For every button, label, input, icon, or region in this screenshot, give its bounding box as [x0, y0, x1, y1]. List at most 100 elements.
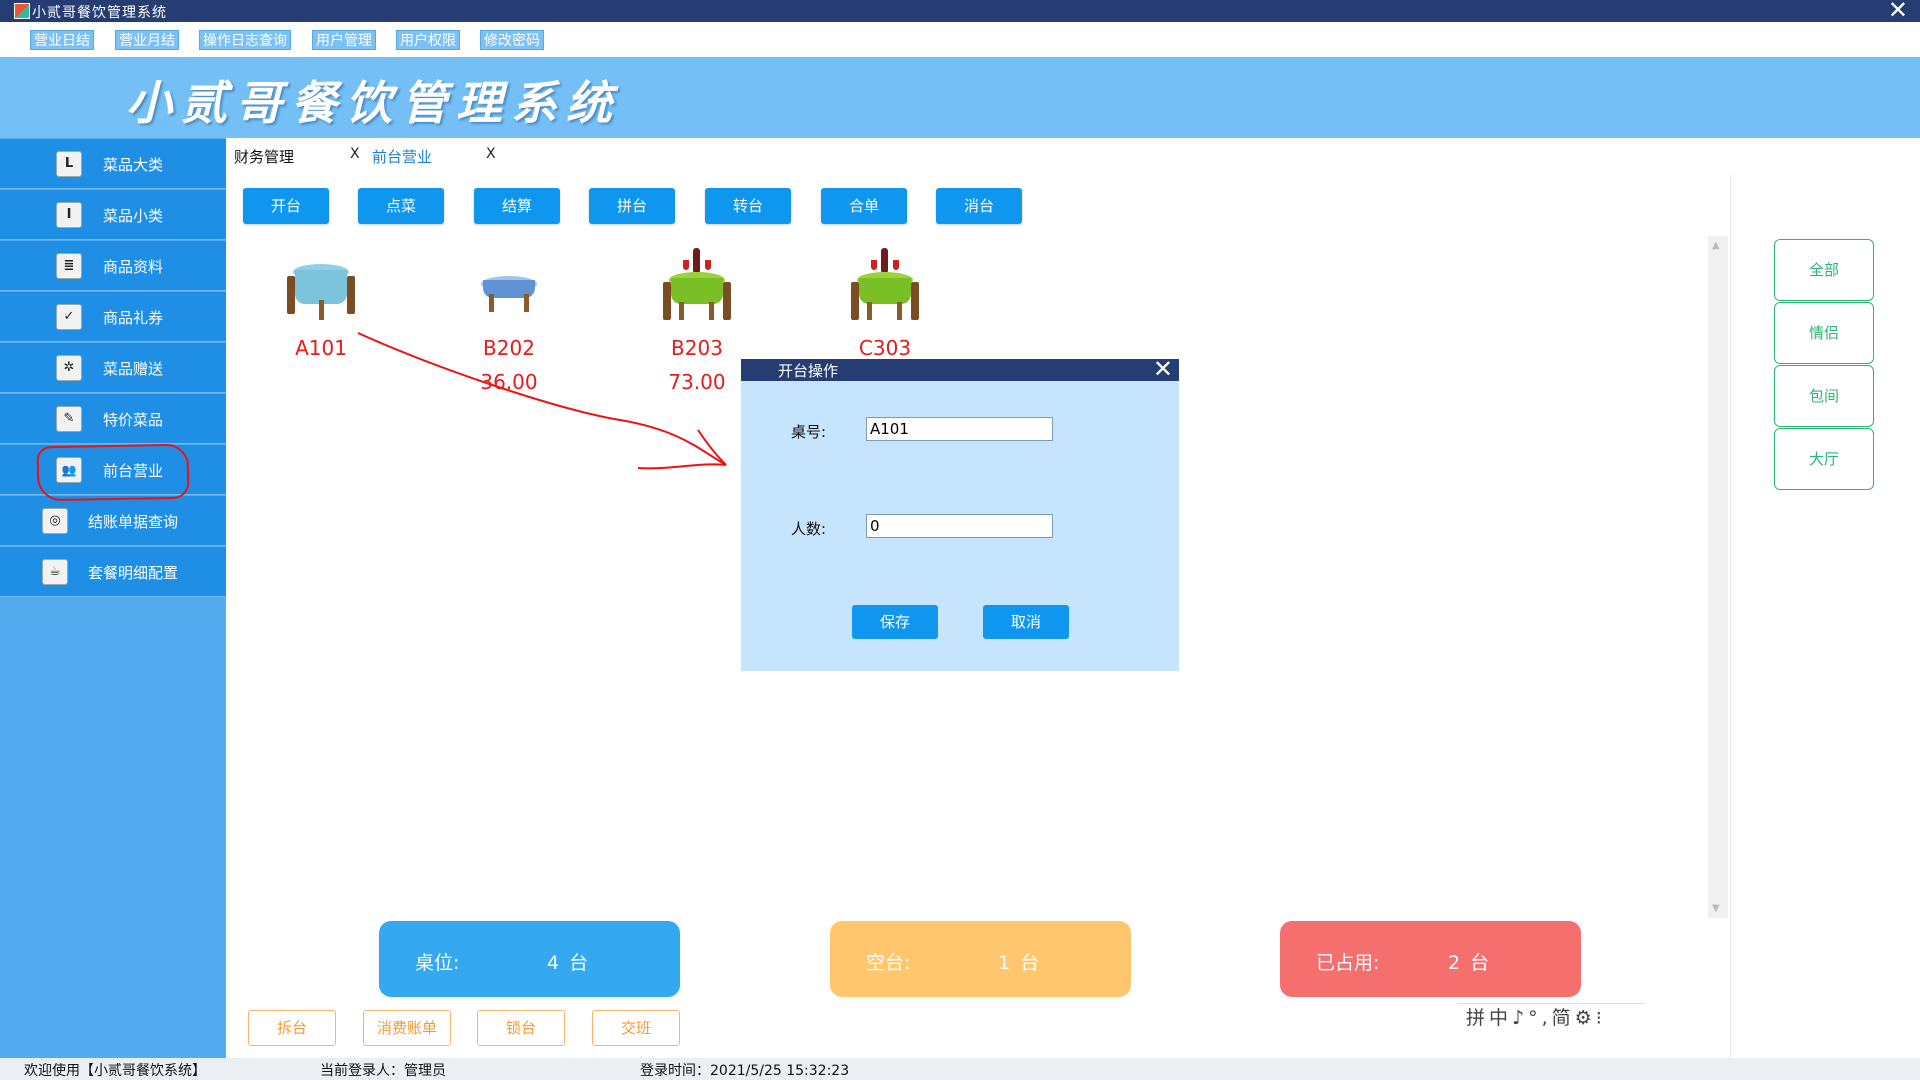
scroll-up-icon[interactable]: ▲	[1712, 240, 1720, 251]
filter-all-button[interactable]: 全部	[1774, 239, 1874, 301]
annotation-circle	[36, 443, 190, 502]
table-number-field[interactable]	[866, 417, 1053, 441]
stat-label: 桌位:	[415, 952, 460, 974]
menu-item-daily-close[interactable]: 营业日结	[30, 30, 94, 50]
list-document-icon: ≣	[56, 253, 82, 279]
table-name: B202	[483, 336, 535, 360]
sidebar-item-label: 菜品赠送	[103, 360, 164, 378]
status-welcome: 欢迎使用【小贰哥餐饮系统】	[24, 1063, 206, 1079]
table-amount: 36.00	[480, 370, 538, 394]
sidebar-item-package-config[interactable]: ☕ 套餐明细配置	[0, 547, 226, 597]
table-name: B203	[671, 336, 723, 360]
people-count-label: 人数:	[791, 520, 827, 538]
table-blue-cloth-icon	[469, 248, 549, 328]
swirl-icon: ◎	[42, 508, 68, 534]
menu-item-user-management[interactable]: 用户管理	[312, 30, 376, 50]
menu-item-monthly-close[interactable]: 营业月结	[115, 30, 179, 50]
filter-couple-button[interactable]: 情侣	[1774, 302, 1874, 364]
stat-value: 1 台	[998, 952, 1042, 974]
menu-item-operation-log[interactable]: 操作日志查询	[199, 30, 291, 50]
tab-finance-close-icon[interactable]: X	[350, 146, 360, 162]
status-bar: 欢迎使用【小贰哥餐饮系统】 当前登录人：管理员 登录时间：2021/5/25 1…	[0, 1058, 1920, 1080]
letter-i-icon: I	[56, 202, 82, 228]
menu-item-change-password[interactable]: 修改密码	[480, 30, 544, 50]
table-card-c303[interactable]: C303	[835, 248, 935, 370]
stat-label: 空台:	[866, 952, 911, 974]
dialog-title: 开台操作	[778, 362, 839, 380]
table-area-scrollbar[interactable]: ▲ ▼	[1708, 236, 1728, 918]
sidebar-item-label: 特价菜品	[103, 411, 164, 429]
stat-total-tables: 桌位: 4 台	[379, 921, 680, 997]
sidebar-item-dish-category[interactable]: L 菜品大类	[0, 139, 226, 189]
sidebar-item-label: 菜品小类	[103, 207, 164, 225]
table-with-wine-icon	[657, 248, 737, 328]
split-table-button[interactable]: 拆台	[248, 1010, 336, 1046]
checkbox-icon: ✓	[56, 304, 82, 330]
filter-hall-button[interactable]: 大厅	[1774, 428, 1874, 490]
window-titlebar: 小贰哥餐饮管理系统 ✕	[0, 0, 1920, 24]
banner-title: 小贰哥餐饮管理系统	[126, 76, 621, 130]
open-table-button[interactable]: 开台	[243, 188, 329, 224]
coffee-cup-icon: ☕	[42, 559, 68, 585]
tag-tools-icon: ✎	[56, 406, 82, 432]
save-button[interactable]: 保存	[852, 605, 938, 639]
dialog-close-icon[interactable]: ✕	[1153, 355, 1173, 383]
sidebar-item-special-dishes[interactable]: ✎ 特价菜品	[0, 394, 226, 444]
app-icon	[14, 3, 30, 19]
join-table-button[interactable]: 拼台	[589, 188, 675, 224]
gear-dial-icon: ✲	[56, 355, 82, 381]
consumption-bill-button[interactable]: 消费账单	[363, 1010, 451, 1046]
people-count-field[interactable]	[866, 514, 1053, 538]
stat-value: 4 台	[547, 952, 591, 974]
sidebar-item-label: 结账单据查询	[88, 513, 179, 531]
stat-free-tables: 空台: 1 台	[830, 921, 1131, 997]
transfer-table-button[interactable]: 转台	[705, 188, 791, 224]
sidebar-item-dish-giveaway[interactable]: ✲ 菜品赠送	[0, 343, 226, 393]
table-with-wine-icon	[845, 248, 925, 328]
sidebar-item-bill-query[interactable]: ◎ 结账单据查询	[0, 496, 226, 546]
stat-label: 已占用:	[1316, 952, 1380, 974]
sidebar-item-label: 套餐明细配置	[88, 564, 179, 582]
tab-bar: 财务管理 X 前台营业 X	[226, 140, 726, 170]
table-card-b202[interactable]: B202 36.00	[459, 248, 559, 394]
menu-bar: 营业日结 营业月结 操作日志查询 用户管理 用户权限 修改密码	[0, 22, 1920, 57]
empty-table-icon	[281, 248, 361, 328]
order-dish-button[interactable]: 点菜	[358, 188, 444, 224]
dialog-titlebar: 开台操作 ✕	[741, 355, 1179, 383]
tab-finance[interactable]: 财务管理	[234, 146, 294, 167]
stat-occupied-tables: 已占用: 2 台	[1280, 921, 1581, 997]
menu-item-user-permissions[interactable]: 用户权限	[396, 30, 460, 50]
filter-private-room-button[interactable]: 包间	[1774, 365, 1874, 427]
merge-bill-button[interactable]: 合单	[821, 188, 907, 224]
sidebar-item-label: 商品资料	[103, 258, 164, 276]
table-card-a101[interactable]: A101	[271, 248, 371, 370]
sidebar-item-gift-voucher[interactable]: ✓ 商品礼券	[0, 292, 226, 342]
status-login-time: 登录时间：2021/5/25 15:32:23	[640, 1063, 850, 1079]
clear-table-button[interactable]: 消台	[936, 188, 1022, 224]
letter-l-icon: L	[56, 151, 82, 177]
open-table-dialog: 开台操作 ✕ 桌号: 人数: 保存 取消	[741, 355, 1179, 671]
window-title: 小贰哥餐饮管理系统	[32, 5, 167, 21]
shift-handover-button[interactable]: 交班	[592, 1010, 680, 1046]
table-name: C303	[858, 336, 912, 360]
table-name: A101	[295, 336, 347, 360]
scroll-down-icon[interactable]: ▼	[1712, 903, 1720, 914]
sidebar-item-product-info[interactable]: ≣ 商品资料	[0, 241, 226, 291]
sidebar-item-label: 菜品大类	[103, 156, 164, 174]
status-current-user: 当前登录人：管理员	[320, 1063, 446, 1079]
window-close-icon[interactable]: ✕	[1888, 0, 1908, 24]
tab-front-desk-close-icon[interactable]: X	[486, 146, 496, 162]
tab-front-desk[interactable]: 前台营业	[372, 146, 432, 167]
cancel-button[interactable]: 取消	[983, 605, 1069, 639]
table-amount: 73.00	[668, 370, 726, 394]
table-number-label: 桌号:	[791, 423, 827, 441]
stat-value: 2 台	[1448, 952, 1492, 974]
checkout-button[interactable]: 结算	[474, 188, 560, 224]
app-banner: 小贰哥餐饮管理系统	[0, 57, 1920, 138]
ime-toolbar[interactable]: 拼中♪°,简⚙⁝	[1458, 1003, 1644, 1031]
sidebar-item-label: 商品礼券	[103, 309, 164, 327]
lock-table-button[interactable]: 锁台	[477, 1010, 565, 1046]
table-card-b203[interactable]: B203 73.00	[647, 248, 747, 394]
sidebar-item-dish-subcategory[interactable]: I 菜品小类	[0, 190, 226, 240]
sidebar: L 菜品大类 I 菜品小类 ≣ 商品资料 ✓ 商品礼券 ✲ 菜品赠送 ✎ 特价菜…	[0, 138, 226, 1058]
